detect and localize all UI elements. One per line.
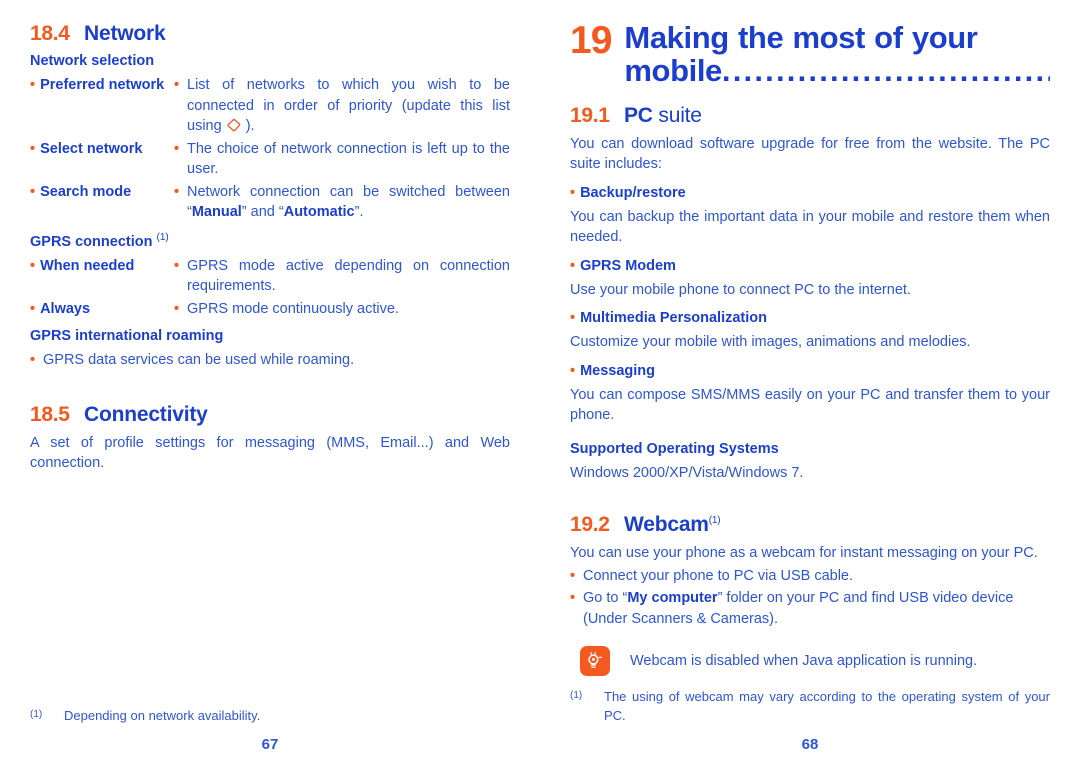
page-left: 18.4 Network Network selection Preferred… <box>0 0 540 767</box>
webcam-bullet-2: Go to “My computer” folder on your PC an… <box>570 588 1050 629</box>
definition-term: Search mode <box>30 182 174 203</box>
item-heading-gprs-modem: GPRS Modem <box>570 257 1050 276</box>
subheading-gprs-roaming: GPRS international roaming <box>30 328 224 345</box>
roaming-bullet: GPRS data services can be used while roa… <box>30 350 510 371</box>
definition-description: The choice of network connection is left… <box>174 139 510 180</box>
section-heading-18-5: 18.5 Connectivity <box>30 403 510 426</box>
document-spread: 18.4 Network Network selection Preferred… <box>0 0 1080 767</box>
item-text-backup-restore: You can backup the important data in you… <box>570 208 1050 246</box>
section-number: 19.1 <box>570 103 610 127</box>
subheading-gprs-connection: GPRS connection (1) <box>30 231 510 252</box>
item-heading-backup-restore: Backup/restore <box>570 184 1050 203</box>
footnote-marker: (1) <box>570 690 583 702</box>
page-number-right: 68 <box>801 736 819 753</box>
gprs-connection-label: GPRS connection <box>30 233 153 250</box>
network-selection-list: Preferred network List of networks to wh… <box>30 75 510 223</box>
definition-term: Select network <box>30 139 174 160</box>
chapter-heading: 19 Making the most of your mobile.......… <box>570 19 1050 88</box>
definition-row: When needed GPRS mode active depending o… <box>30 256 510 297</box>
definition-term: Always <box>30 299 174 320</box>
key-glyph-icon <box>227 118 241 132</box>
definition-description: List of networks to which you wish to be… <box>174 75 510 137</box>
section-title: Connectivity <box>84 402 208 426</box>
section-heading-19-1: 19.1 PC suite <box>570 104 1050 127</box>
footnote-marker: (1) <box>156 231 169 243</box>
section-title-text: Webcam <box>624 513 709 537</box>
definition-description: GPRS mode active depending on connection… <box>174 256 510 297</box>
leader-dots: ........................................ <box>721 52 1050 88</box>
webcam-bullet-1: Connect your phone to PC via USB cable. <box>570 566 1050 587</box>
item-heading-messaging: Messaging <box>570 362 1050 381</box>
section-heading-18-4: 18.4 Network <box>30 22 510 45</box>
tip-note: Webcam is disabled when Java application… <box>570 645 1050 676</box>
item-text-messaging: You can compose SMS/MMS easily on your P… <box>570 386 1050 424</box>
section-number: 18.4 <box>30 22 70 45</box>
definition-row: Search mode Network connection can be sw… <box>30 182 510 223</box>
section-title-bold: PC <box>624 103 653 127</box>
bullet-part-1: Go to “ <box>583 590 628 607</box>
pc-suite-intro: You can download software upgrade for fr… <box>570 135 1050 173</box>
definition-description: GPRS mode continuously active. <box>174 299 510 320</box>
section-title-light: suite <box>658 103 702 127</box>
definition-description: Network connection can be switched betwe… <box>174 182 510 223</box>
item-heading-multimedia-personalization: Multimedia Personalization <box>570 309 1050 328</box>
supported-os-text: Windows 2000/XP/Vista/Windows 7. <box>570 464 804 481</box>
footnote-marker: (1) <box>30 708 43 720</box>
definition-desc-text-tail: ). <box>241 118 255 135</box>
section-title: PC suite <box>624 104 702 127</box>
section-heading-19-2: 19.2 Webcam(1) <box>570 513 1050 536</box>
connectivity-paragraph: A set of profile settings for messaging … <box>30 434 510 472</box>
page-right: 19 Making the most of your mobile.......… <box>540 0 1080 767</box>
definition-row: Select network The choice of network con… <box>30 139 510 180</box>
section-number: 18.5 <box>30 402 70 426</box>
subheading-network-selection: Network selection <box>30 53 155 70</box>
item-text-gprs-modem: Use your mobile phone to connect PC to t… <box>570 281 911 298</box>
section-number: 19.2 <box>570 513 610 537</box>
page-number-left: 67 <box>261 736 279 753</box>
footnote-left: (1) Depending on network availability. <box>30 707 510 725</box>
bullet-bold-my-computer: My computer <box>627 590 718 607</box>
webcam-intro: You can use your phone as a webcam for i… <box>570 545 1038 562</box>
tip-text: Webcam is disabled when Java application… <box>630 652 978 669</box>
desc-part-3: ”. <box>354 204 364 221</box>
chapter-number: 19 <box>570 19 612 62</box>
chapter-title-block: Making the most of your mobile..........… <box>624 22 1050 88</box>
definition-term: When needed <box>30 256 174 277</box>
definition-row: Always GPRS mode continuously active. <box>30 299 510 320</box>
footnote-right: (1) The using of webcam may vary accordi… <box>570 688 1050 725</box>
gprs-connection-list: When needed GPRS mode active depending o… <box>30 256 510 320</box>
definition-term: Preferred network <box>30 75 174 96</box>
section-title: Network <box>84 22 166 45</box>
item-text-multimedia-personalization: Customize your mobile with images, anima… <box>570 334 971 351</box>
desc-bold-manual: Manual <box>191 204 242 221</box>
definition-row: Preferred network List of networks to wh… <box>30 75 510 137</box>
footnote-marker: (1) <box>708 515 721 527</box>
desc-bold-automatic: Automatic <box>283 204 355 221</box>
footnote-text: Depending on network availability. <box>64 707 261 723</box>
desc-part-2: ” and “ <box>241 204 284 221</box>
lightbulb-icon <box>580 645 610 676</box>
section-title: Webcam(1) <box>624 513 721 537</box>
subheading-supported-os: Supported Operating Systems <box>570 440 779 457</box>
footnote-text: The using of webcam may vary according t… <box>604 689 1050 723</box>
